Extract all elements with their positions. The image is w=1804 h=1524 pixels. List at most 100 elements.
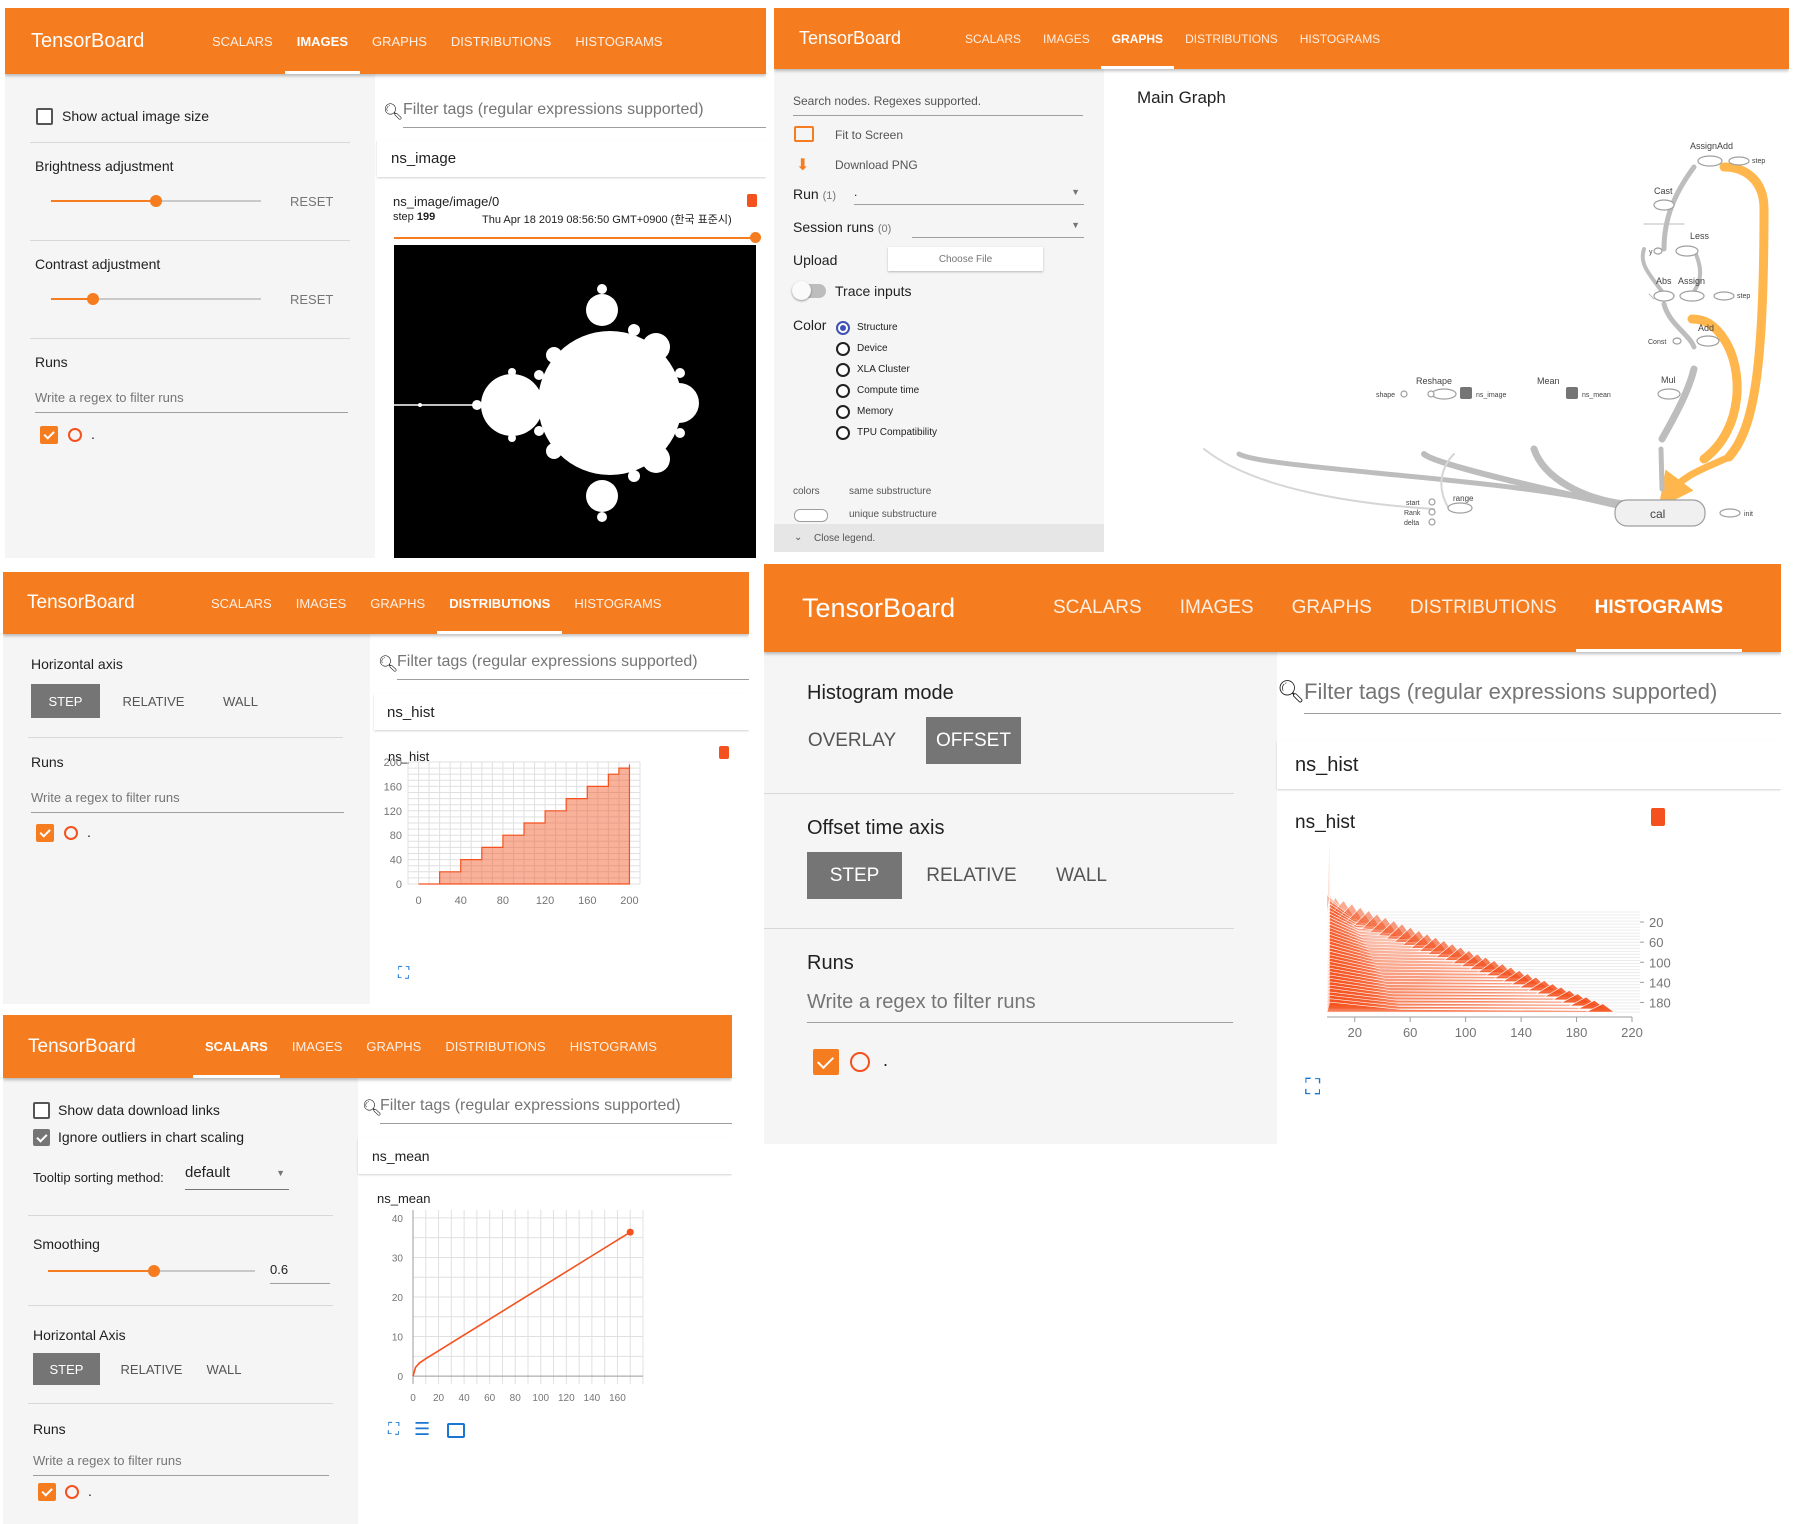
tab-histograms[interactable]: HISTOGRAMS [563,8,674,74]
filter-tags-input[interactable]: Filter tags (regular expressions support… [1304,674,1781,714]
tab-distributions[interactable]: DISTRIBUTIONS [1391,564,1576,652]
close-legend-button[interactable]: Close legend. [814,533,875,544]
contrast-knob[interactable] [87,293,99,305]
tab-graphs[interactable]: GRAPHS [360,8,439,74]
tab-histograms[interactable]: HISTOGRAMS [1575,564,1743,652]
axis-step-button[interactable]: STEP [807,852,902,899]
contrast-reset-button[interactable]: RESET [290,292,333,307]
axis-relative-button[interactable]: RELATIVE [109,1353,194,1385]
expand-icon[interactable]: ⛶ [398,965,409,983]
show-actual-size-checkbox[interactable] [36,108,53,125]
tag-group-header[interactable]: ns_mean [358,1138,732,1174]
session-runs-select[interactable]: ▼ [912,218,1084,238]
axis-step-button[interactable]: STEP [31,684,100,718]
node-label-cal: cal [1650,507,1665,521]
tag-group-header[interactable]: ns_hist [1277,741,1781,789]
download-png-button[interactable]: Download PNG [835,158,918,172]
fit-screen-icon[interactable] [794,126,814,142]
fit-domain-icon[interactable] [447,1423,465,1438]
expand-icon[interactable]: ⛶ [388,1421,399,1439]
tab-images[interactable]: IMAGES [284,572,359,634]
overlay-button[interactable]: OVERLAY [802,717,902,764]
tab-scalars[interactable]: SCALARS [1034,564,1161,652]
search-nodes-input[interactable]: Search nodes. Regexes supported. [793,94,1083,116]
same-substructure-label: same substructure [849,486,932,497]
tab-distributions[interactable]: DISTRIBUTIONS [439,8,563,74]
run-select[interactable]: . ▼ [854,185,1084,205]
filter-tags-input[interactable]: Filter tags (regular expressions support… [403,98,766,128]
data-selection-icon[interactable]: ☰ [414,1419,430,1440]
sidebar: Show actual image size Brightness adjust… [5,74,375,558]
filter-tags-input[interactable]: Filter tags (regular expressions support… [380,1094,732,1124]
axis-wall-button[interactable]: WALL [1039,852,1124,899]
runs-filter-input[interactable]: Write a regex to filter runs [33,1447,329,1476]
runs-filter-input[interactable]: Write a regex to filter runs [35,384,348,413]
runs-filter-input[interactable]: Write a regex to filter runs [807,985,1233,1023]
tag-group-header[interactable]: ns_image [377,140,766,177]
run-checkbox[interactable] [38,1483,56,1501]
tab-scalars[interactable]: SCALARS [199,572,284,634]
tab-graphs[interactable]: GRAPHS [1100,8,1175,69]
tooltip-sorting-select[interactable]: default ▼ [185,1164,289,1190]
tab-distributions[interactable]: DISTRIBUTIONS [1174,8,1289,69]
tab-scalars[interactable]: SCALARS [954,8,1032,69]
step-slider-knob[interactable] [750,232,761,243]
color-radio-2[interactable] [836,363,850,377]
fit-to-screen-button[interactable]: Fit to Screen [835,128,903,142]
tab-images[interactable]: IMAGES [1032,8,1101,69]
runs-filter-input[interactable]: Write a regex to filter runs [31,784,344,813]
node-label-less: Less [1690,231,1710,241]
tab-images[interactable]: IMAGES [284,8,361,74]
axis-relative-button[interactable]: RELATIVE [111,684,196,718]
color-radio-4[interactable] [836,405,850,419]
step-slider[interactable] [394,232,761,243]
run-checkbox[interactable] [40,426,58,444]
choose-file-button[interactable]: Choose File [888,247,1043,271]
axis-wall-button[interactable]: WALL [208,684,273,718]
download-icon[interactable]: ⬇︎ [796,155,809,175]
tab-scalars[interactable]: SCALARS [200,8,285,74]
graph-canvas[interactable]: AssignAdd step Cast Less y Abs Assign st… [1104,69,1789,552]
expand-icon[interactable]: ⛶ [1305,1074,1320,1100]
tab-graphs[interactable]: GRAPHS [358,572,437,634]
offset-button[interactable]: OFFSET [926,717,1021,764]
run-checkbox[interactable] [813,1049,839,1075]
axis-relative-button[interactable]: RELATIVE [914,852,1029,899]
tab-images[interactable]: IMAGES [1161,564,1273,652]
run-checkbox[interactable] [36,824,54,842]
brightness-slider[interactable] [51,195,261,207]
smoothing-value-input[interactable]: 0.6 [270,1258,330,1284]
tab-histograms[interactable]: HISTOGRAMS [558,1015,669,1078]
filter-tags-input[interactable]: Filter tags (regular expressions support… [397,650,749,680]
tab-distributions[interactable]: DISTRIBUTIONS [437,572,563,634]
histogram-chart[interactable]: 20 60 100 140 180 220 20 60 100 140 180 [1277,822,1781,1072]
distribution-chart[interactable]: 0 40 80 120 160 200 0 40 80 120 160 200 [370,754,749,954]
smoothing-slider[interactable] [48,1265,255,1277]
smoothing-knob[interactable] [147,1265,160,1277]
ignore-outliers-checkbox[interactable] [33,1129,50,1146]
tab-graphs[interactable]: GRAPHS [1273,564,1391,652]
color-radio-3[interactable] [836,384,850,398]
color-radio-1[interactable] [836,342,850,356]
tab-images[interactable]: IMAGES [280,1015,355,1078]
trace-inputs-toggle[interactable] [792,281,826,300]
scalar-chart[interactable]: 0 10 20 30 40 0 20 40 60 80 100 120 140 160 [358,1198,732,1418]
tab-distributions[interactable]: DISTRIBUTIONS [433,1015,557,1078]
axis-wall-button[interactable]: WALL [199,1353,249,1385]
tab-scalars[interactable]: SCALARS [193,1015,280,1078]
main-content: 🔍︎ Filter tags (regular expressions supp… [370,634,749,1004]
brightness-knob[interactable] [150,195,162,207]
color-radio-0[interactable] [836,321,850,335]
tab-histograms[interactable]: HISTOGRAMS [562,572,673,634]
brightness-reset-button[interactable]: RESET [290,194,333,209]
show-download-links-checkbox[interactable] [33,1102,50,1119]
contrast-slider[interactable] [51,293,261,305]
axis-step-button[interactable]: STEP [33,1353,100,1385]
tab-graphs[interactable]: GRAPHS [354,1015,433,1078]
tab-histograms[interactable]: HISTOGRAMS [1289,8,1391,69]
nav-tabs: SCALARS IMAGES GRAPHS DISTRIBUTIONS HIST… [1034,564,1743,652]
tag-group-header[interactable]: ns_hist [374,694,749,730]
chevron-down-icon[interactable]: ⌄ [794,532,802,543]
color-radio-5[interactable] [836,426,850,440]
node-label-shape: shape [1376,392,1395,399]
